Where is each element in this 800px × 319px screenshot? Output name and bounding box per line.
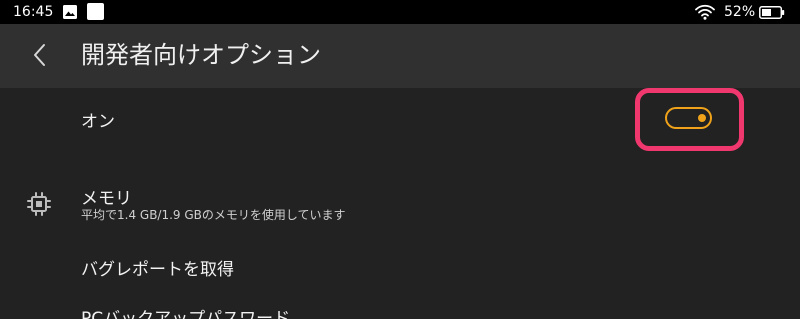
- notification-icon: [87, 3, 104, 20]
- toggle-knob: [698, 114, 706, 122]
- wifi-icon: [695, 4, 715, 20]
- pc-backup-password-title: PCバックアップパスワード: [81, 309, 291, 319]
- bug-report-row[interactable]: バグレポートを取得: [0, 245, 800, 289]
- battery-percentage: 52%: [724, 4, 756, 20]
- status-time: 16:45: [13, 4, 54, 20]
- chevron-left-icon: [34, 44, 45, 66]
- memory-subtitle: 平均で1.4 GB/1.9 GBのメモリを使用しています: [81, 208, 346, 222]
- developer-options-toggle[interactable]: [665, 107, 712, 129]
- app-bar: 開発者向けオプション: [0, 24, 800, 88]
- memory-chip-icon: [27, 192, 51, 216]
- screen: 16:45 52% 開発者向けオプション オン メモリ 平均で1.4 GB/1.…: [0, 0, 800, 319]
- developer-options-toggle-row[interactable]: オン: [0, 88, 800, 158]
- battery-icon: [759, 6, 785, 19]
- pc-backup-password-row[interactable]: PCバックアップパスワード: [0, 294, 800, 319]
- page-title: 開発者向けオプション: [81, 41, 321, 69]
- memory-setting-row[interactable]: メモリ 平均で1.4 GB/1.9 GBのメモリを使用しています: [0, 175, 800, 235]
- toggle-label: オン: [81, 112, 115, 132]
- back-button[interactable]: [20, 34, 62, 76]
- bug-report-title: バグレポートを取得: [81, 260, 234, 280]
- status-bar: 16:45 52%: [0, 0, 800, 24]
- gallery-icon: [63, 5, 77, 19]
